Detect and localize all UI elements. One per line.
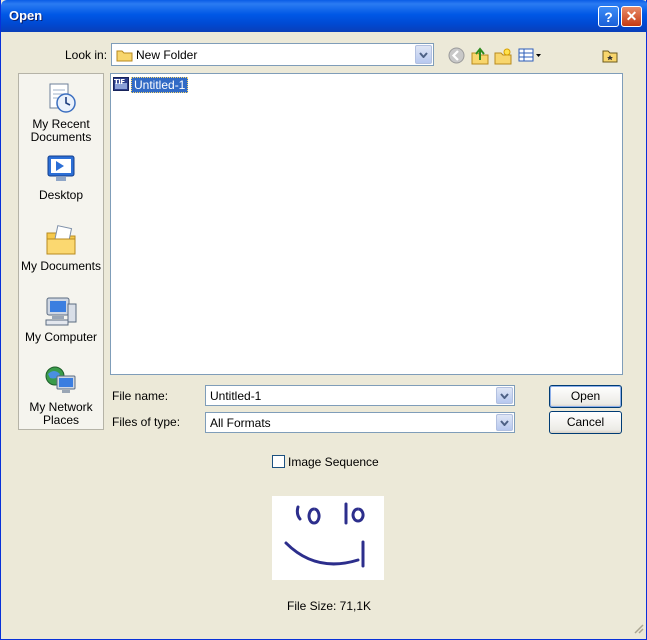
title-bar[interactable]: Open ? ✕ — [1, 0, 647, 32]
file-name-label: File name: — [112, 389, 169, 403]
resize-grip-icon[interactable] — [632, 622, 644, 637]
files-of-type-value: All Formats — [210, 416, 271, 430]
places-bar: My Recent Documents Desktop My Documents… — [18, 73, 104, 430]
image-sequence-checkbox[interactable] — [272, 455, 285, 468]
files-of-type-label: Files of type: — [112, 415, 181, 429]
chevron-down-icon[interactable] — [496, 387, 513, 404]
file-name-value: Untitled-1 — [210, 389, 262, 403]
back-icon[interactable] — [448, 47, 465, 67]
files-of-type-select[interactable]: All Formats — [205, 412, 515, 433]
open-dialog: Open ? ✕ Look in: New Folder My Recent D… — [0, 0, 647, 640]
new-folder-icon[interactable] — [494, 47, 512, 68]
file-size-label: File Size: 71,1K — [287, 599, 372, 613]
chevron-down-icon[interactable] — [415, 45, 432, 64]
folder-icon — [116, 48, 133, 65]
desktop-icon — [44, 152, 78, 186]
close-icon[interactable]: ✕ — [621, 6, 642, 27]
image-sequence-label: Image Sequence — [288, 455, 379, 469]
favorite-folder-icon[interactable] — [602, 47, 618, 66]
look-in-combo[interactable]: New Folder — [111, 43, 434, 66]
look-in-value: New Folder — [136, 48, 198, 62]
chevron-down-icon[interactable] — [496, 414, 513, 431]
file-name-input[interactable]: Untitled-1 — [205, 385, 515, 406]
place-desktop[interactable]: Desktop — [19, 152, 103, 202]
open-button[interactable]: Open — [549, 385, 622, 408]
network-places-icon — [44, 364, 78, 398]
file-list[interactable]: TIF Untitled-1 — [110, 73, 623, 375]
image-preview — [272, 496, 384, 580]
place-desktop-label: Desktop — [38, 188, 84, 202]
up-folder-icon[interactable] — [471, 47, 489, 68]
place-network-label: My Network Places — [29, 400, 93, 427]
place-my-computer[interactable]: My Computer — [19, 294, 103, 344]
list-item[interactable]: TIF Untitled-1 — [113, 76, 189, 93]
place-my-documents[interactable]: My Documents — [19, 223, 103, 273]
cancel-button[interactable]: Cancel — [549, 411, 622, 434]
place-recent-label: My Recent Documents — [30, 117, 92, 144]
file-type-badge: TIF — [114, 78, 125, 86]
place-network-places[interactable]: My Network Places — [19, 364, 103, 427]
my-documents-icon — [44, 223, 78, 257]
look-in-label: Look in: — [65, 48, 108, 62]
place-my-documents-label: My Documents — [20, 259, 102, 273]
my-computer-icon — [44, 294, 78, 328]
recent-documents-icon — [44, 81, 78, 115]
place-my-computer-label: My Computer — [24, 330, 98, 344]
window-title: Open — [9, 8, 43, 23]
view-menu-icon[interactable] — [518, 47, 542, 66]
help-icon[interactable]: ? — [598, 6, 619, 27]
file-name: Untitled-1 — [131, 77, 189, 93]
place-recent-documents[interactable]: My Recent Documents — [19, 81, 103, 144]
